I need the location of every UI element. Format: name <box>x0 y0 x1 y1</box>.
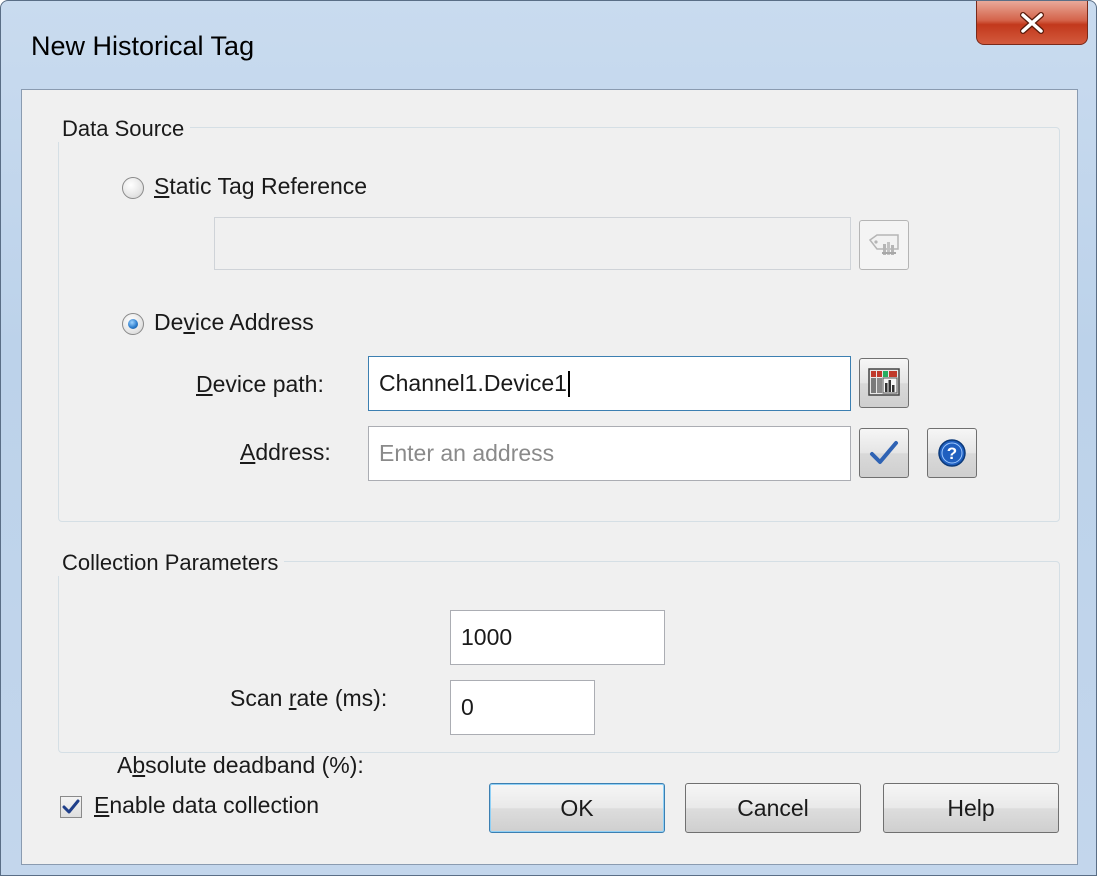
device-path-input[interactable]: Channel1.Device1 <box>368 356 851 411</box>
absolute-deadband-label: Absolute deadband (%): <box>117 752 364 778</box>
address-input[interactable]: Enter an address <box>368 426 851 481</box>
close-button[interactable] <box>976 1 1088 45</box>
checkmark-icon <box>62 799 80 814</box>
help-button[interactable]: Help <box>883 783 1059 833</box>
static-tag-reference-input[interactable] <box>214 217 851 270</box>
collection-parameters-group-label: Collection Parameters <box>56 550 285 576</box>
device-path-label: Device path: <box>196 371 324 397</box>
ok-button[interactable]: OK <box>489 783 665 833</box>
static-tag-reference-radio[interactable] <box>122 177 144 199</box>
svg-text:?: ? <box>947 444 957 463</box>
enable-data-collection-label[interactable]: Enable data collection <box>94 792 319 819</box>
checkmark-icon <box>870 441 898 464</box>
help-icon: ? <box>938 439 966 467</box>
scan-rate-input[interactable]: 1000 <box>450 610 665 665</box>
address-help-button[interactable]: ? <box>927 428 977 478</box>
dialog-title: New Historical Tag <box>31 31 255 61</box>
validate-address-button[interactable] <box>859 428 909 478</box>
scan-rate-label: Scan rate (ms): <box>230 685 388 711</box>
dialog-client-area: Data Source Static Tag Reference Device … <box>21 89 1078 865</box>
text-cursor <box>567 370 570 397</box>
device-address-radio[interactable] <box>122 313 144 335</box>
dialog-window: New Historical Tag Data Source Static Ta… <box>0 0 1097 876</box>
static-tag-reference-label[interactable]: Static Tag Reference <box>154 173 367 200</box>
enable-data-collection-checkbox[interactable] <box>60 796 82 818</box>
device-browse-icon <box>868 368 900 396</box>
address-label: Address: <box>240 439 331 465</box>
device-address-label[interactable]: Device Address <box>154 309 314 336</box>
browse-device-button[interactable] <box>859 358 909 408</box>
title-bar[interactable]: New Historical Tag <box>1 1 1096 91</box>
device-path-value: Channel1.Device1 <box>379 370 567 396</box>
absolute-deadband-input[interactable]: 0 <box>450 680 595 735</box>
browse-tag-button[interactable] <box>859 220 909 270</box>
tag-browse-icon <box>868 234 899 255</box>
cancel-button[interactable]: Cancel <box>685 783 861 833</box>
data-source-group-label: Data Source <box>56 116 191 142</box>
close-icon <box>1020 11 1044 34</box>
